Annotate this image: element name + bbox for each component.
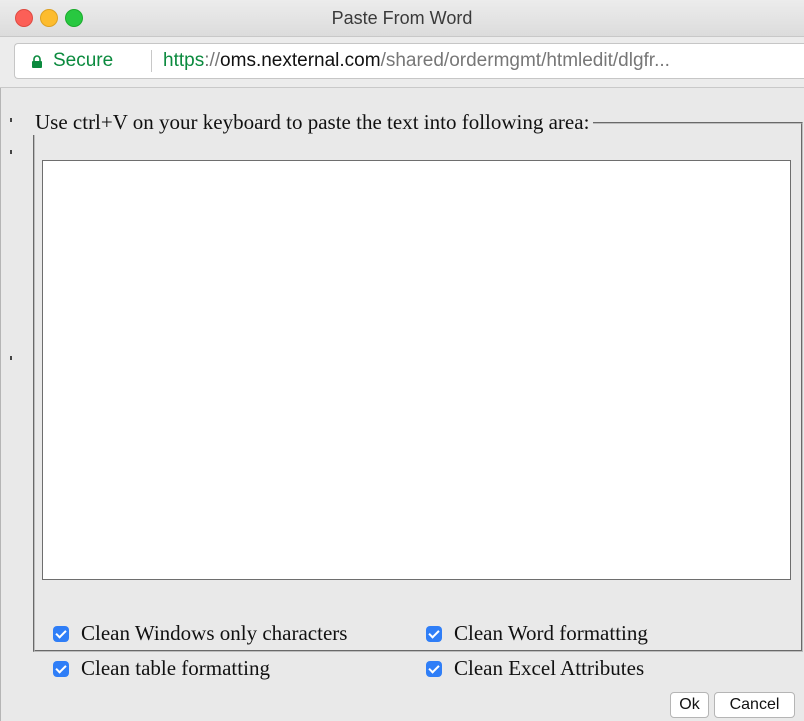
clean-table-formatting-option[interactable]: Clean table formatting (53, 656, 270, 681)
option-label: Clean table formatting (81, 656, 270, 680)
paste-instruction: Use ctrl+V on your keyboard to paste the… (35, 110, 590, 134)
url-divider (151, 50, 152, 72)
cancel-button[interactable]: Cancel (714, 692, 795, 718)
option-label: Clean Windows only characters (81, 621, 348, 645)
option-label: Clean Excel Attributes (454, 656, 645, 680)
url-scheme: https (163, 50, 205, 71)
checkmark-icon[interactable] (426, 625, 442, 642)
option-label: Clean Word formatting (454, 621, 648, 645)
checkmark-icon[interactable] (53, 660, 69, 677)
url-path: /shared/ordermgmt/htmledit/dlgfr... (380, 50, 670, 71)
lock-icon (32, 55, 42, 68)
paste-group: Use ctrl+V on your keyboard to paste the… (33, 110, 803, 680)
clean-word-formatting-option[interactable]: Clean Word formatting (426, 621, 648, 646)
url-field[interactable]: Secure https://oms.nexternal.com/shared/… (14, 43, 804, 79)
secure-label: Secure (53, 50, 114, 71)
edge-mark (10, 356, 12, 360)
url-scheme-separator: :// (204, 50, 221, 71)
dialog-page: Use ctrl+V on your keyboard to paste the… (0, 88, 804, 721)
checkmark-icon[interactable] (426, 660, 442, 677)
window-titlebar: Paste From Word (0, 0, 804, 37)
address-bar: Secure https://oms.nexternal.com/shared/… (0, 37, 804, 88)
url-text: https://oms.nexternal.com/shared/ordermg… (163, 50, 670, 72)
clean-excel-attributes-option[interactable]: Clean Excel Attributes (426, 656, 644, 681)
checkmark-icon[interactable] (53, 625, 69, 642)
ok-button[interactable]: Ok (670, 692, 709, 718)
paste-area[interactable] (42, 160, 791, 580)
url-host: oms.nexternal.com (220, 50, 381, 71)
edge-mark (10, 150, 12, 154)
clean-windows-chars-option[interactable]: Clean Windows only characters (53, 621, 347, 646)
edge-mark (10, 118, 12, 122)
window-title: Paste From Word (331, 8, 473, 28)
